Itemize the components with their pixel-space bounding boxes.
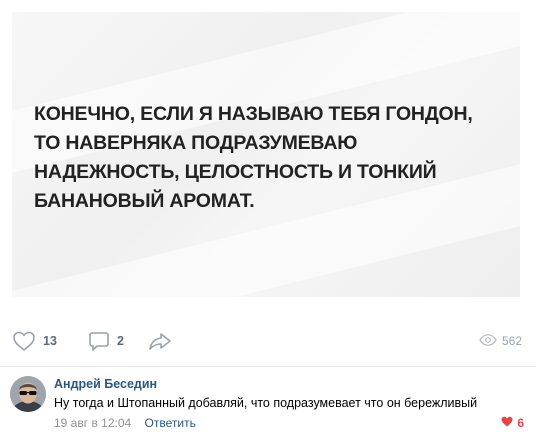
post-image-text: КОНЕЧНО, ЕСЛИ Я НАЗЫВАЮ ТЕБЯ ГОНДОН, ТО … (34, 100, 514, 216)
comment-meta: 19 авг в 12:04 Ответить 6 (54, 416, 524, 430)
like-count: 13 (43, 334, 57, 348)
eye-icon (479, 333, 497, 349)
comment-like-count: 6 (517, 416, 524, 430)
comment-button[interactable]: 2 (88, 325, 124, 357)
views-counter: 562 (479, 325, 522, 357)
post-image-text-line: ТО НАВЕРНЯКА ПОДРАЗУМЕВАЮ (34, 132, 358, 154)
post-image-text-line: КОНЕЧНО, ЕСЛИ Я НАЗЫВАЮ ТЕБЯ ГОНДОН, (34, 103, 473, 125)
comment-text: Ну тогда и Штопанный добавляй, что подра… (54, 396, 478, 410)
speech-bubble-icon (88, 330, 110, 352)
avatar[interactable] (10, 376, 46, 412)
post-image-text-line: БАНАНОВЫЙ АРОМАТ. (34, 190, 255, 212)
post-actions: 13 2 562 (12, 325, 522, 357)
comment-body: Андрей Беседин Ну тогда и Штопанный доба… (54, 376, 524, 430)
heart-filled-icon (501, 416, 513, 430)
heart-outline-icon (12, 330, 36, 352)
divider (0, 366, 536, 367)
post-image[interactable]: КОНЕЧНО, ЕСЛИ Я НАЗЫВАЮ ТЕБЯ ГОНДОН, ТО … (12, 12, 520, 297)
share-button[interactable] (148, 325, 172, 357)
comment-author[interactable]: Андрей Беседин (54, 376, 524, 392)
views-count: 562 (501, 334, 522, 348)
comment-date[interactable]: 19 авг в 12:04 (54, 416, 131, 430)
comment-count: 2 (117, 334, 124, 348)
like-button[interactable]: 13 (12, 325, 57, 357)
reply-button[interactable]: Ответить (145, 416, 196, 430)
comment-like-button[interactable]: 6 (501, 416, 524, 430)
share-arrow-icon (148, 330, 172, 352)
post-image-text-line: НАДЕЖНОСТЬ, ЦЕЛОСТНОСТЬ И ТОНКИЙ (34, 161, 437, 183)
